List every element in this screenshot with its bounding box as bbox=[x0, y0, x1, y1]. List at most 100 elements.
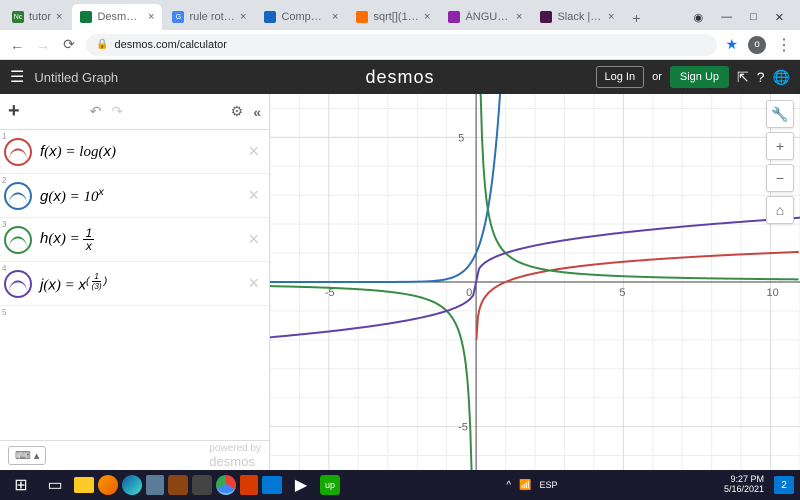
expression-index: 4 bbox=[2, 264, 6, 273]
expression-row[interactable]: 3 h(x) = 1x × bbox=[0, 218, 269, 262]
expression-formula[interactable]: f(x) = log(x) bbox=[36, 143, 238, 161]
expression-formula[interactable]: j(x) = x(1(3)) bbox=[36, 272, 238, 295]
close-tab-icon[interactable]: × bbox=[332, 11, 338, 23]
signup-button[interactable]: Sign Up bbox=[670, 66, 729, 88]
edge-icon[interactable] bbox=[122, 475, 142, 495]
firefox-icon[interactable] bbox=[98, 475, 118, 495]
close-tab-icon[interactable]: × bbox=[56, 11, 62, 23]
tab-label: sqrt[](130) bbox=[373, 11, 419, 23]
browser-tab[interactable]: Slack | tuto× bbox=[532, 4, 622, 30]
forward-button[interactable]: → bbox=[34, 37, 52, 53]
store-icon[interactable] bbox=[262, 476, 282, 494]
language-indicator[interactable]: ESP bbox=[540, 480, 558, 490]
undo-button[interactable]: ↶ bbox=[90, 103, 102, 120]
browser-tab[interactable]: Grule rotatio× bbox=[164, 4, 254, 30]
start-button[interactable]: ⊞ bbox=[6, 473, 36, 497]
favicon bbox=[356, 11, 368, 23]
redo-button[interactable]: ↷ bbox=[111, 103, 123, 120]
taskview-icon[interactable]: ▭ bbox=[40, 473, 70, 497]
tray-chevron-icon[interactable]: ^ bbox=[506, 480, 511, 491]
graph-canvas[interactable]: -50510-55 🔧 + − ⌂ bbox=[270, 94, 800, 470]
clock[interactable]: 9:27 PM 5/16/2021 bbox=[724, 475, 770, 495]
bookmark-star-icon[interactable]: ★ bbox=[725, 36, 738, 53]
lock-icon: 🔒 bbox=[96, 39, 108, 50]
new-tab-button[interactable]: + bbox=[624, 6, 648, 30]
maximize-button[interactable]: □ bbox=[750, 11, 757, 24]
app-icon-2[interactable] bbox=[192, 475, 212, 495]
expression-formula[interactable]: g(x) = 10x bbox=[36, 186, 238, 206]
expression-color-icon[interactable] bbox=[4, 182, 32, 210]
close-tab-icon[interactable]: × bbox=[516, 11, 522, 23]
chrome-icon[interactable] bbox=[216, 475, 236, 495]
calculator-icon[interactable] bbox=[146, 475, 164, 495]
browser-tab[interactable]: Desmos | G × bbox=[72, 4, 162, 30]
zoom-in-button[interactable]: + bbox=[766, 132, 794, 160]
globe-icon[interactable]: 🌐 bbox=[773, 69, 790, 86]
expression-color-icon[interactable] bbox=[4, 138, 32, 166]
favicon bbox=[448, 11, 460, 23]
windows-taskbar: ⊞ ▭ ▶ up ^ 📶 ESP 9:27 PM 5/16/2021 2 bbox=[0, 470, 800, 500]
back-button[interactable]: ← bbox=[8, 37, 26, 53]
tab-label: Desmos | G bbox=[97, 11, 143, 23]
keyboard-toggle-button[interactable]: ⌨ ▴ bbox=[8, 446, 46, 465]
expression-color-icon[interactable] bbox=[4, 270, 32, 298]
office-icon[interactable] bbox=[240, 475, 258, 495]
url-field[interactable]: 🔒 desmos.com/calculator bbox=[86, 34, 717, 56]
expression-color-icon[interactable] bbox=[4, 226, 32, 254]
wifi-icon[interactable]: 📶 bbox=[519, 480, 531, 491]
profile-avatar[interactable]: o bbox=[748, 36, 766, 54]
sidebar-footer: ⌨ ▴ powered by desmos bbox=[0, 440, 269, 470]
media-icon[interactable]: ▶ bbox=[286, 473, 316, 497]
favicon: G bbox=[172, 11, 184, 23]
browser-tab[interactable]: Compositi× bbox=[256, 4, 346, 30]
delete-expression-icon[interactable]: × bbox=[238, 185, 269, 206]
browser-address-bar: ← → ⟳ 🔒 desmos.com/calculator ★ o ⋮ bbox=[0, 30, 800, 60]
browser-titlebar: Nctutor×Desmos | G×Grule rotatio×Composi… bbox=[0, 0, 800, 30]
wrench-tool-button[interactable]: 🔧 bbox=[766, 100, 794, 128]
graph-title[interactable]: Untitled Graph bbox=[34, 70, 118, 85]
app-header: ☰ Untitled Graph desmos Log In or Sign U… bbox=[0, 60, 800, 94]
delete-expression-icon[interactable]: × bbox=[238, 229, 269, 250]
settings-gear-icon[interactable]: ⚙ bbox=[231, 103, 244, 120]
home-zoom-button[interactable]: ⌂ bbox=[766, 196, 794, 224]
sidebar-toolbar: + ↶ ↷ ⚙ « bbox=[0, 94, 269, 130]
main-area: + ↶ ↷ ⚙ « 1 f(x) = log(x) ×2 g(x) = 10x … bbox=[0, 94, 800, 470]
desmos-logo: desmos bbox=[365, 67, 434, 88]
zoom-out-button[interactable]: − bbox=[766, 164, 794, 192]
expression-sidebar: + ↶ ↷ ⚙ « 1 f(x) = log(x) ×2 g(x) = 10x … bbox=[0, 94, 270, 470]
browser-tab[interactable]: sqrt[](130) × bbox=[348, 4, 438, 30]
close-tab-icon[interactable]: × bbox=[240, 11, 246, 23]
close-tab-icon[interactable]: × bbox=[608, 11, 614, 23]
browser-tab[interactable]: ÁNGULOS × bbox=[440, 4, 530, 30]
delete-expression-icon[interactable]: × bbox=[238, 273, 269, 294]
app-icon-1[interactable] bbox=[168, 475, 188, 495]
svg-text:-5: -5 bbox=[458, 422, 468, 434]
close-tab-icon[interactable]: × bbox=[148, 11, 154, 23]
graph-tools: 🔧 + − ⌂ bbox=[766, 100, 794, 224]
minimize-button[interactable]: — bbox=[721, 11, 732, 24]
expression-row[interactable]: 1 f(x) = log(x) × bbox=[0, 130, 269, 174]
close-window-button[interactable]: ✕ bbox=[775, 11, 784, 24]
delete-expression-icon[interactable]: × bbox=[238, 141, 269, 162]
favicon bbox=[80, 11, 92, 23]
notification-icon[interactable]: 2 bbox=[774, 476, 794, 494]
empty-expression-row[interactable]: 5 bbox=[0, 306, 269, 350]
explorer-icon[interactable] bbox=[74, 477, 94, 493]
reload-button[interactable]: ⟳ bbox=[60, 36, 78, 53]
collapse-sidebar-button[interactable]: « bbox=[253, 104, 261, 120]
expression-row[interactable]: 4 j(x) = x(1(3)) × bbox=[0, 262, 269, 306]
expression-row[interactable]: 2 g(x) = 10x × bbox=[0, 174, 269, 218]
hamburger-menu-icon[interactable]: ☰ bbox=[10, 67, 24, 87]
expression-formula[interactable]: h(x) = 1x bbox=[36, 227, 238, 252]
share-icon[interactable]: ⇱ bbox=[737, 69, 749, 86]
browser-menu-icon[interactable]: ⋮ bbox=[776, 35, 792, 55]
expression-index: 1 bbox=[2, 132, 6, 141]
login-button[interactable]: Log In bbox=[596, 66, 645, 88]
help-icon[interactable]: ? bbox=[757, 69, 765, 85]
record-icon[interactable]: ◉ bbox=[694, 11, 704, 24]
add-expression-button[interactable]: + bbox=[8, 100, 20, 123]
browser-tab[interactable]: Nctutor× bbox=[4, 4, 70, 30]
close-tab-icon[interactable]: × bbox=[424, 11, 430, 23]
upwork-icon[interactable]: up bbox=[320, 475, 340, 495]
tab-label: ÁNGULOS bbox=[465, 11, 511, 23]
